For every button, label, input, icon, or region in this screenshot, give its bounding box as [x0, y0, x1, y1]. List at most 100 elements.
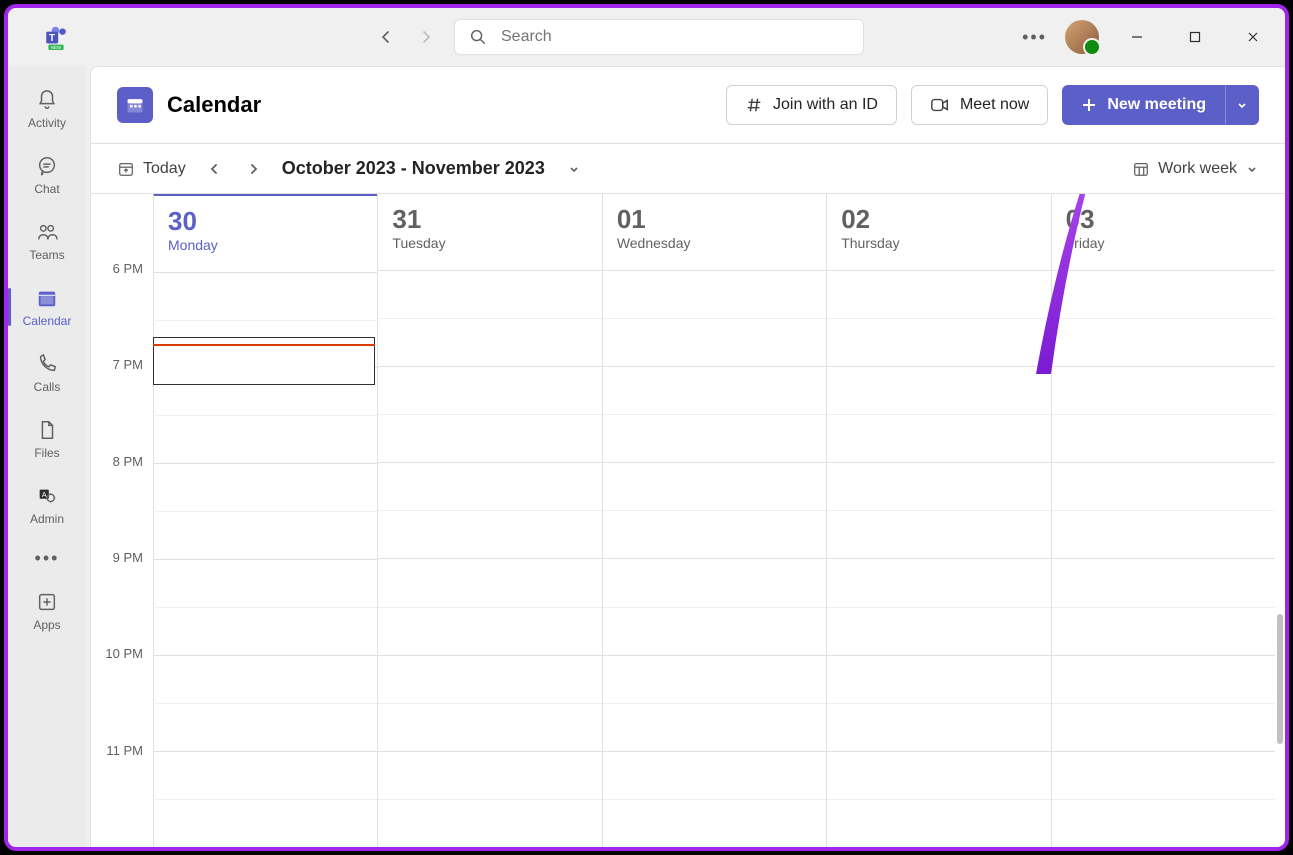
time-slot[interactable]	[154, 415, 377, 463]
time-slot[interactable]	[1052, 655, 1275, 703]
time-slot[interactable]	[154, 272, 377, 320]
time-slot[interactable]	[378, 270, 601, 318]
chevron-down-icon[interactable]	[567, 162, 581, 176]
time-slot[interactable]	[827, 270, 1050, 318]
time-slot[interactable]	[603, 703, 826, 751]
time-slot[interactable]	[603, 799, 826, 847]
time-slot[interactable]	[603, 607, 826, 655]
time-slot[interactable]	[603, 366, 826, 414]
time-slot[interactable]	[827, 318, 1050, 366]
time-slot[interactable]	[1052, 366, 1275, 414]
day-header[interactable]: 03Friday	[1052, 194, 1275, 270]
new-meeting-dropdown[interactable]	[1225, 85, 1259, 125]
time-slot[interactable]	[154, 607, 377, 655]
time-slot[interactable]	[827, 558, 1050, 606]
sidebar-item-teams[interactable]: Teams	[8, 208, 86, 274]
day-header[interactable]: 31Tuesday	[378, 194, 601, 270]
time-slot[interactable]	[827, 462, 1050, 510]
time-slot[interactable]	[154, 559, 377, 607]
next-week-button[interactable]	[242, 157, 266, 181]
time-slot[interactable]	[827, 751, 1050, 799]
time-slot[interactable]	[1052, 751, 1275, 799]
time-slot[interactable]	[154, 463, 377, 511]
today-button[interactable]: Today	[117, 160, 186, 178]
time-slot[interactable]	[378, 799, 601, 847]
sidebar-item-chat[interactable]: Chat	[8, 142, 86, 208]
more-options-button[interactable]: •••	[1022, 27, 1047, 48]
day-name: Tuesday	[392, 235, 587, 251]
day-header[interactable]: 02Thursday	[827, 194, 1050, 270]
sidebar-item-apps[interactable]: Apps	[8, 578, 86, 644]
day-column[interactable]: 30Monday	[153, 193, 377, 847]
calendar-grid[interactable]: 6 PM 7 PM 8 PM 9 PM 10 PM 11 PM 30Monday…	[91, 193, 1285, 847]
sidebar-item-calls[interactable]: Calls	[8, 340, 86, 406]
day-column[interactable]: 31Tuesday	[377, 194, 601, 847]
maximize-button[interactable]	[1175, 21, 1215, 53]
time-slot[interactable]	[603, 318, 826, 366]
scroll-thumb[interactable]	[1277, 614, 1283, 744]
time-slot[interactable]	[827, 703, 1050, 751]
view-selector[interactable]: Work week	[1132, 160, 1259, 178]
day-header[interactable]: 01Wednesday	[603, 194, 826, 270]
time-slot[interactable]	[378, 462, 601, 510]
time-slot[interactable]	[154, 799, 377, 847]
sidebar-item-activity[interactable]: Activity	[8, 76, 86, 142]
time-slot[interactable]	[1052, 607, 1275, 655]
time-slot[interactable]	[603, 510, 826, 558]
day-column[interactable]: 03Friday	[1051, 194, 1275, 847]
time-slot[interactable]	[378, 703, 601, 751]
time-slot[interactable]	[827, 510, 1050, 558]
time-slot[interactable]	[378, 558, 601, 606]
close-button[interactable]	[1233, 21, 1273, 53]
time-slot[interactable]	[1052, 318, 1275, 366]
time-slot[interactable]	[378, 414, 601, 462]
time-slot[interactable]	[1052, 558, 1275, 606]
sidebar-item-files[interactable]: Files	[8, 406, 86, 472]
time-slot[interactable]	[1052, 462, 1275, 510]
time-slot[interactable]	[378, 607, 601, 655]
time-slot[interactable]	[378, 751, 601, 799]
time-slot[interactable]	[1052, 414, 1275, 462]
time-slot[interactable]	[827, 414, 1050, 462]
time-slot[interactable]	[827, 366, 1050, 414]
time-slot[interactable]	[378, 366, 601, 414]
user-avatar[interactable]	[1065, 20, 1099, 54]
time-slot[interactable]	[603, 655, 826, 703]
time-slot[interactable]	[154, 511, 377, 559]
time-slot[interactable]	[378, 318, 601, 366]
search-input[interactable]	[501, 28, 849, 46]
day-column[interactable]: 02Thursday	[826, 194, 1050, 847]
time-slot[interactable]	[378, 510, 601, 558]
meet-now-button[interactable]: Meet now	[911, 85, 1048, 125]
sidebar-more-button[interactable]: •••	[8, 538, 86, 578]
prev-week-button[interactable]	[202, 157, 226, 181]
minimize-button[interactable]	[1117, 21, 1157, 53]
day-column[interactable]: 01Wednesday	[602, 194, 826, 847]
time-slot[interactable]	[1052, 703, 1275, 751]
time-slot[interactable]	[603, 751, 826, 799]
vertical-scrollbar[interactable]	[1275, 194, 1285, 847]
time-slot[interactable]	[603, 558, 826, 606]
join-with-id-button[interactable]: Join with an ID	[726, 85, 897, 125]
sidebar-item-calendar[interactable]: Calendar	[8, 274, 86, 340]
time-slot[interactable]	[154, 703, 377, 751]
time-slot[interactable]	[154, 751, 377, 799]
time-slot[interactable]	[603, 270, 826, 318]
time-slot[interactable]	[827, 799, 1050, 847]
forward-button[interactable]	[410, 21, 442, 53]
search-box[interactable]	[454, 19, 864, 55]
time-slot[interactable]	[1052, 799, 1275, 847]
time-slot[interactable]	[603, 414, 826, 462]
time-slot[interactable]	[1052, 510, 1275, 558]
time-slot[interactable]	[827, 607, 1050, 655]
sidebar-item-admin[interactable]: A Admin	[8, 472, 86, 538]
new-meeting-button[interactable]: New meeting	[1062, 85, 1225, 125]
day-number: 31	[392, 204, 587, 235]
day-header[interactable]: 30Monday	[154, 196, 377, 272]
back-button[interactable]	[370, 21, 402, 53]
time-slot[interactable]	[1052, 270, 1275, 318]
time-slot[interactable]	[827, 655, 1050, 703]
time-slot[interactable]	[154, 655, 377, 703]
time-slot[interactable]	[378, 655, 601, 703]
time-slot[interactable]	[603, 462, 826, 510]
